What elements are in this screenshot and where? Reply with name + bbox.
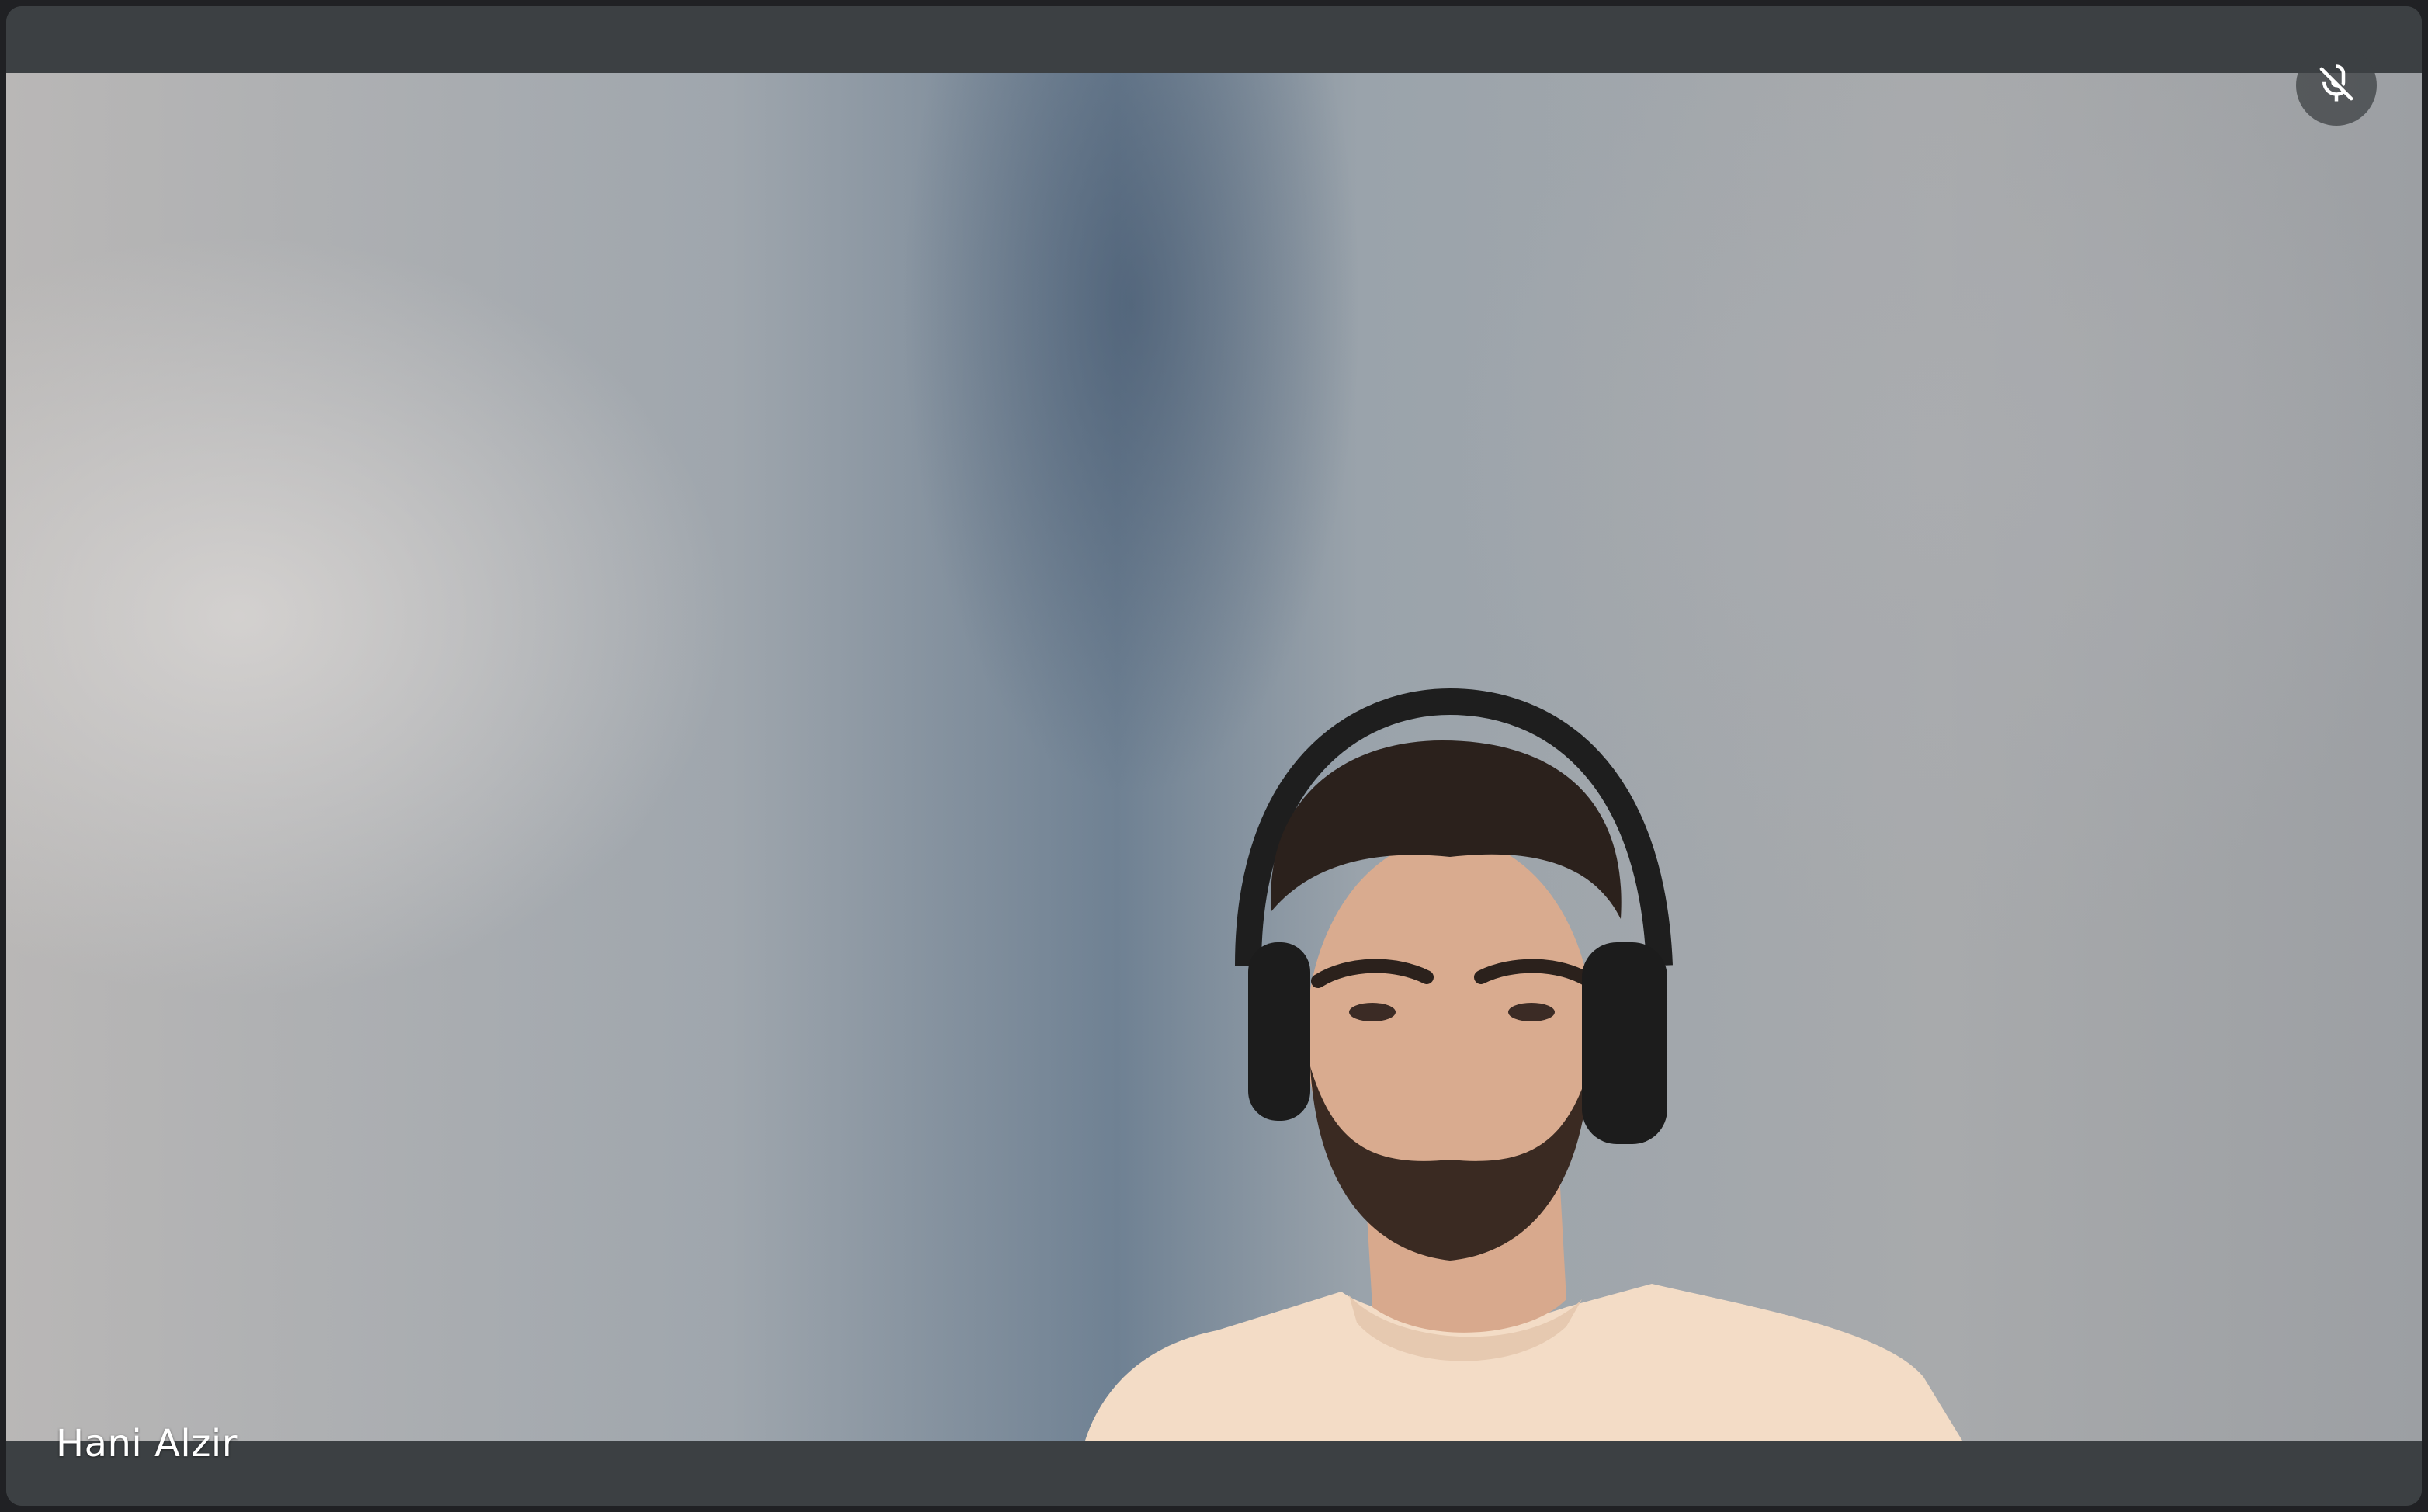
mic-off-icon [2315,63,2357,109]
participant-video-image [1085,688,1962,1441]
participant-tile[interactable]: Hani Alzir [6,6,2422,1506]
tile-top-bar [6,6,2422,73]
tile-bottom-bar [6,1441,2422,1506]
mic-muted-indicator[interactable] [2296,45,2377,126]
participant-video-feed [6,73,2422,1441]
participant-name-label: Hani Alzir [56,1422,238,1465]
